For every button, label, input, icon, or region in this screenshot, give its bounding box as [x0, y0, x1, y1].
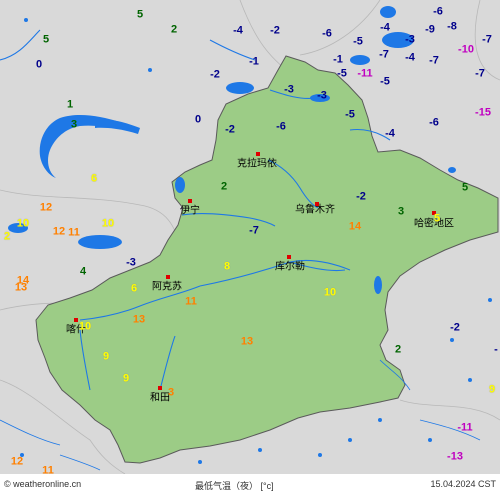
temp-label: 0	[194, 113, 202, 126]
temp-label: -6	[322, 27, 332, 40]
temp-label: 14	[348, 220, 362, 233]
city-label: 乌鲁木齐	[295, 204, 335, 216]
temp-label: -7	[379, 48, 389, 61]
temp-label: 1	[66, 98, 74, 111]
temp-label: -6	[433, 5, 443, 18]
temp-label: -5	[353, 35, 363, 48]
temp-label: -4	[233, 24, 243, 37]
temp-label: -1	[249, 55, 259, 68]
city-label: 阿克苏	[152, 281, 182, 293]
temp-label: -5	[380, 75, 390, 88]
temp-label: -7	[249, 224, 259, 237]
temp-label: -2	[450, 321, 460, 334]
temp-label: -7	[475, 67, 485, 80]
temp-label: 3	[167, 386, 175, 399]
temp-label: 6	[130, 282, 138, 295]
temp-label: -	[494, 343, 498, 356]
temp-label: -10	[458, 43, 474, 56]
temp-label: 10	[16, 217, 30, 230]
temp-label: 5	[433, 212, 441, 225]
temp-label: 9	[102, 350, 110, 363]
temp-label: -5	[337, 67, 347, 80]
temp-label: -4	[380, 21, 390, 34]
temp-label: -4	[405, 51, 415, 64]
map-title: 最低气温（夜） [°c]	[195, 481, 274, 491]
temp-label: 10	[78, 320, 92, 333]
temp-label: 5	[136, 8, 144, 21]
temp-label: -1	[333, 53, 343, 66]
temp-label: 12	[52, 225, 66, 238]
temp-label: -8	[447, 20, 457, 33]
temp-label: 13	[132, 313, 146, 326]
temp-label: 9	[488, 383, 496, 396]
temp-label: 5	[461, 181, 469, 194]
temp-label: 2	[3, 230, 11, 243]
temp-label: -3	[126, 256, 136, 269]
temp-label: 9	[122, 372, 130, 385]
temp-label: -6	[429, 116, 439, 129]
city-label: 库尔勒	[275, 261, 305, 273]
site-credit[interactable]: © weatheronline.cn	[4, 479, 81, 489]
temp-label: -13	[447, 450, 463, 463]
temp-label: 10	[101, 217, 115, 230]
temp-label: 0	[35, 58, 43, 71]
temp-label: 2	[170, 23, 178, 36]
temp-label: -6	[276, 120, 286, 133]
temp-label: -9	[425, 23, 435, 36]
temp-label: 11	[185, 295, 197, 308]
temp-label: -11	[357, 67, 373, 80]
temp-label: -3	[317, 89, 327, 102]
temp-label: -2	[210, 68, 220, 81]
temp-label: -7	[482, 33, 492, 46]
temp-label: 10	[323, 286, 337, 299]
temp-label: -4	[385, 127, 395, 140]
temp-label: -5	[345, 108, 355, 121]
temp-label: 2	[220, 180, 228, 193]
temp-label: -2	[225, 123, 235, 136]
temp-label: 12	[39, 201, 53, 214]
temp-label: 2	[394, 343, 402, 356]
city-label: 伊宁	[180, 205, 200, 217]
city-label: 克拉玛依	[237, 158, 277, 170]
temp-label: -2	[356, 190, 366, 203]
temp-label: -7	[429, 54, 439, 67]
temp-label: -11	[457, 421, 473, 434]
temp-label: 14	[16, 274, 30, 287]
temp-label: 3	[70, 118, 78, 131]
map-date: 15.04.2024 CST	[430, 479, 496, 489]
temp-label: 4	[79, 265, 87, 278]
temp-label: 8	[223, 260, 231, 273]
temp-label: 3	[397, 205, 405, 218]
temp-label: 5	[42, 33, 50, 46]
temp-label: -3	[284, 83, 294, 96]
temp-label: -2	[270, 24, 280, 37]
footer-bar: © weatheronline.cn 最低气温（夜） [°c] 15.04.20…	[0, 474, 500, 494]
temp-label: 11	[68, 226, 80, 239]
temp-label: 6	[90, 172, 98, 185]
temp-label: 12	[10, 455, 24, 468]
temp-label: 13	[240, 335, 254, 348]
temp-label: -3	[405, 33, 415, 46]
temp-label: -15	[475, 106, 491, 119]
